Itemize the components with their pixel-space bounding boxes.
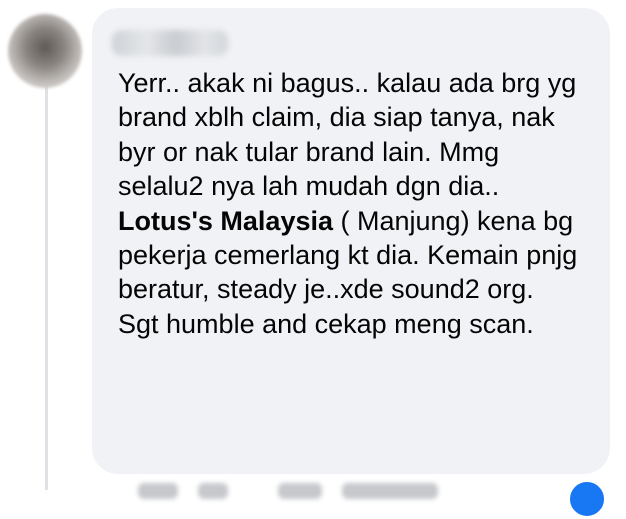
action-blurred-1[interactable] bbox=[138, 483, 178, 499]
action-blurred-2[interactable] bbox=[198, 483, 228, 499]
like-reaction-icon[interactable] bbox=[567, 479, 607, 519]
author-name-blurred[interactable] bbox=[112, 30, 228, 56]
page-mention-link[interactable]: Lotus's Malaysia bbox=[118, 206, 333, 236]
author-avatar[interactable] bbox=[8, 14, 82, 88]
thread-line bbox=[45, 70, 48, 490]
action-blurred-4[interactable] bbox=[342, 483, 438, 499]
action-blurred-3[interactable] bbox=[278, 483, 322, 499]
comment-actions-row bbox=[110, 480, 626, 500]
comment-text-before-mention: Yerr.. akak ni bagus.. kalau ada brg yg … bbox=[118, 68, 577, 202]
comment-text: Yerr.. akak ni bagus.. kalau ada brg yg … bbox=[118, 66, 578, 341]
